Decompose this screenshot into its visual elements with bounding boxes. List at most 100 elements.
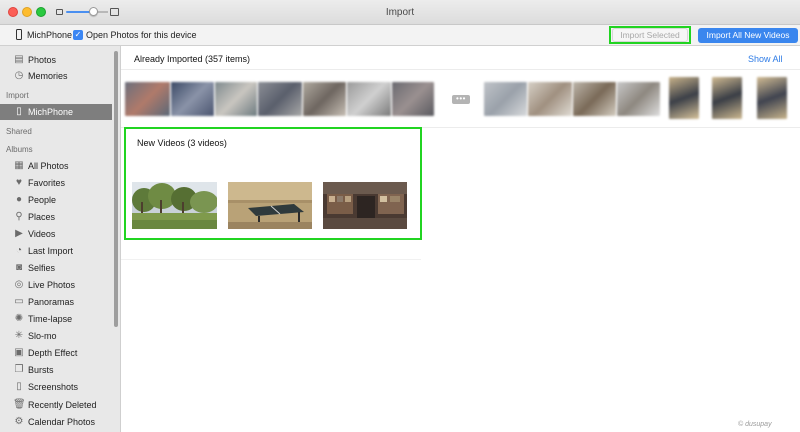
memories-icon: ◷ <box>14 70 24 81</box>
import-selected-button[interactable]: Import Selected <box>612 28 688 42</box>
sidebar-heading-shared: Shared <box>6 127 32 136</box>
open-photos-checkbox[interactable]: ✓ <box>73 30 83 40</box>
sidebar-item-places[interactable]: ⚲ Places <box>0 209 112 225</box>
sidebar-item-people[interactable]: ● People <box>0 192 112 208</box>
imported-thumbnail[interactable] <box>125 82 170 116</box>
import-all-new-videos-button[interactable]: Import All New Videos <box>698 28 798 43</box>
imported-thumbnail[interactable] <box>528 82 572 116</box>
already-imported-title: Already Imported (357 items) <box>134 54 251 64</box>
gear-icon: ⚙ <box>14 416 24 427</box>
import-content: Already Imported (357 items) Show All ••… <box>121 46 800 432</box>
sidebar-item-label: MichPhone <box>28 107 74 117</box>
album-icon: ▦ <box>14 160 24 171</box>
sidebar-item-label: Places <box>28 212 56 222</box>
open-photos-label: Open Photos for this device <box>86 30 197 40</box>
imported-thumbnail[interactable] <box>712 77 742 119</box>
sidebar-item-live-photos[interactable]: ◎ Live Photos <box>0 277 112 293</box>
sidebar-item-label: Last Import <box>28 246 74 256</box>
sidebar-item-last-import[interactable]: ◔ Last Import <box>0 243 112 259</box>
video-thumbnail-ping-pong-table[interactable] <box>228 182 312 229</box>
sidebar-scrollbar[interactable] <box>114 51 118 327</box>
video-thumbnail-room[interactable] <box>323 182 407 229</box>
sidebar-item-slo-mo[interactable]: ✳ Slo-mo <box>0 328 112 344</box>
trash-icon: 🗑 <box>13 399 26 410</box>
sidebar-heading-import: Import <box>6 91 29 100</box>
sidebar-item-label: Depth Effect <box>28 348 78 358</box>
person-icon: ● <box>15 194 23 205</box>
sidebar-item-calendar-photos[interactable]: ⚙ Calendar Photos <box>0 414 112 430</box>
phone-icon <box>16 29 22 40</box>
new-videos-title: New Videos (3 videos) <box>137 138 227 148</box>
section-divider <box>121 69 800 70</box>
more-items-indicator[interactable]: ••• <box>452 95 470 104</box>
video-thumbnail-image <box>132 182 217 229</box>
clock-icon: ◔ <box>15 245 23 256</box>
screenshot-icon: ▯ <box>16 381 22 392</box>
sidebar-item-favorites[interactable]: ♥ Favorites <box>0 175 112 191</box>
sidebar-item-label: Videos <box>28 229 56 239</box>
sidebar-item-panoramas[interactable]: ▭ Panoramas <box>0 294 112 310</box>
sidebar-item-label: Slo-mo <box>28 331 57 341</box>
sidebar-item-label: Calendar Photos <box>28 417 96 427</box>
sidebar-item-label: Recently Deleted <box>28 400 97 410</box>
video-thumbnail-image <box>323 182 407 229</box>
sidebar-heading-albums: Albums <box>6 145 33 154</box>
imported-thumbnail[interactable] <box>215 82 257 116</box>
photos-icon: ▤ <box>14 54 24 65</box>
sidebar-item-label: Panoramas <box>28 297 75 307</box>
imported-thumbnail[interactable] <box>392 82 434 116</box>
imported-thumbnail[interactable] <box>757 77 787 119</box>
sidebar-item-memories[interactable]: ◷ Memories <box>0 68 112 84</box>
video-icon: ▶ <box>15 228 23 239</box>
sidebar-item-label: Time-lapse <box>28 314 73 324</box>
sidebar-item-label: Bursts <box>28 365 54 375</box>
new-videos-section: New Videos (3 videos) <box>124 127 422 240</box>
import-toolbar: MichPhone ✓ Open Photos for this device … <box>0 25 800 46</box>
sidebar-item-photos[interactable]: ▤ Photos <box>0 52 112 68</box>
video-thumbnail-trees[interactable] <box>132 182 217 229</box>
sidebar-item-label: Live Photos <box>28 280 76 290</box>
sidebar-item-time-lapse[interactable]: ✺ Time-lapse <box>0 311 112 327</box>
imported-thumbnail[interactable] <box>303 82 346 116</box>
sidebar-item-videos[interactable]: ▶ Videos <box>0 226 112 242</box>
sidebar-item-label: Photos <box>28 55 57 65</box>
timelapse-icon: ✺ <box>14 313 24 324</box>
sidebar-item-depth-effect[interactable]: ▣ Depth Effect <box>0 345 112 361</box>
camera-icon: ◙ <box>15 262 23 273</box>
imported-thumbnail[interactable] <box>617 82 660 116</box>
device-name: MichPhone <box>27 30 73 40</box>
phone-icon: ▯ <box>16 106 22 117</box>
sidebar-item-label: Favorites <box>28 178 66 188</box>
window-title: Import <box>385 7 415 18</box>
sidebar-item-label: Selfies <box>28 263 56 273</box>
sidebar-item-label: People <box>28 195 57 205</box>
sidebar-item-all-photos[interactable]: ▦ All Photos <box>0 158 112 174</box>
cube-icon: ▣ <box>14 347 24 358</box>
imported-thumbnail[interactable] <box>573 82 616 116</box>
sidebar-item-recently-deleted[interactable]: 🗑 Recently Deleted <box>0 397 112 413</box>
pin-icon: ⚲ <box>15 211 23 222</box>
heart-icon: ♥ <box>16 177 22 188</box>
panorama-icon: ▭ <box>14 296 24 307</box>
sidebar-item-michphone[interactable]: ▯ MichPhone <box>0 104 112 120</box>
sidebar-item-label: Screenshots <box>28 382 79 392</box>
slomo-icon: ✳ <box>14 330 24 341</box>
imported-thumbnail[interactable] <box>347 82 391 116</box>
show-all-link[interactable]: Show All <box>748 54 783 64</box>
sidebar-item-selfies[interactable]: ◙ Selfies <box>0 260 112 276</box>
sidebar-item-label: Memories <box>28 71 68 81</box>
watermark: © dusupay <box>738 421 772 428</box>
sidebar-item-screenshots[interactable]: ▯ Screenshots <box>0 379 112 395</box>
section-divider <box>121 259 421 260</box>
imported-thumbnail[interactable] <box>484 82 527 116</box>
imported-thumbnail[interactable] <box>669 77 699 119</box>
sidebar-item-bursts[interactable]: ❐ Bursts <box>0 362 112 378</box>
bursts-icon: ❐ <box>14 364 24 375</box>
imported-thumbnail[interactable] <box>171 82 214 116</box>
live-icon: ◎ <box>14 279 24 290</box>
imported-thumbnail[interactable] <box>258 82 302 116</box>
sidebar-item-label: All Photos <box>28 161 69 171</box>
sidebar: ▤ Photos ◷ Memories Import ▯ MichPhone S… <box>0 46 121 432</box>
video-thumbnail-image <box>228 182 312 229</box>
title-bar: Import <box>0 0 800 25</box>
